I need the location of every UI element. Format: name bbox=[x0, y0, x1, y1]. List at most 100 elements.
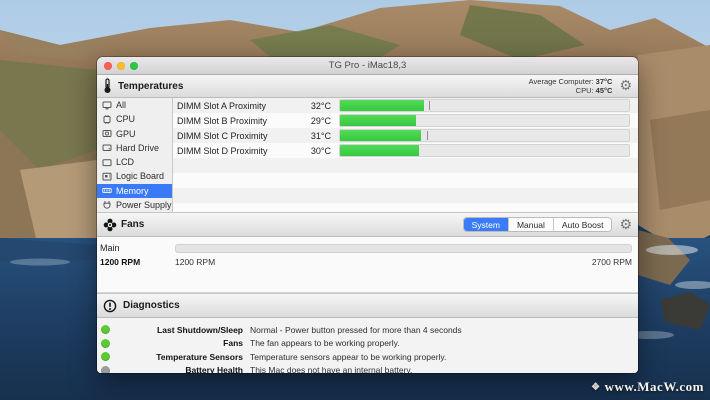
diagnostic-description: Normal - Power button pressed for more t… bbox=[250, 325, 462, 335]
status-green-dot bbox=[101, 325, 110, 334]
status-green-dot bbox=[101, 352, 110, 361]
fan-min-rpm: 1200 RPM bbox=[175, 257, 215, 267]
hard-drive-icon bbox=[102, 143, 112, 152]
sidebar-item-gpu[interactable]: GPU bbox=[97, 127, 172, 141]
temp-bar bbox=[339, 114, 630, 127]
sensor-name: DIMM Slot C Proximity bbox=[177, 131, 305, 141]
fans-title: Fans bbox=[121, 219, 144, 230]
diagnostic-row: Temperature Sensors Temperature sensors a… bbox=[97, 350, 638, 364]
temp-bar-fill bbox=[340, 115, 416, 126]
fan-mode-segmented-control: SystemManualAuto Boost bbox=[463, 217, 613, 232]
sensor-temp-value: 29°C bbox=[305, 116, 331, 126]
temp-bar-fill bbox=[340, 130, 421, 141]
thermometer-icon bbox=[103, 78, 112, 94]
tg-pro-window: TG Pro - iMac18,3 Temperatures Average C… bbox=[97, 57, 638, 373]
fan-mode-auto-boost[interactable]: Auto Boost bbox=[554, 218, 612, 231]
diagnostics-body: Last Shutdown/Sleep Normal - Power button… bbox=[97, 318, 638, 373]
temperatures-body: All CPU GPU Hard Drive LCD Logic Board Memory P… bbox=[97, 98, 638, 212]
sensor-temp-value: 30°C bbox=[305, 146, 331, 156]
diagnostic-label: Battery Health bbox=[110, 365, 243, 373]
fan-current-rpm: 1200 RPM bbox=[100, 257, 175, 267]
sensor-temp-value: 31°C bbox=[305, 131, 331, 141]
sensor-row: DIMM Slot D Proximity30°C bbox=[173, 143, 638, 158]
fan-speed-slider[interactable] bbox=[175, 244, 632, 253]
diagnostics-header: Diagnostics bbox=[97, 293, 638, 318]
sensor-row: DIMM Slot C Proximity31°C bbox=[173, 128, 638, 143]
fans-gear-icon[interactable]: ⚙︎ bbox=[619, 218, 632, 232]
cpu-temp-value: 45°C bbox=[596, 86, 613, 95]
temp-bar-fill bbox=[340, 100, 424, 111]
average-computer-value: 37°C bbox=[596, 77, 613, 86]
sidebar-item-lcd[interactable]: LCD bbox=[97, 155, 172, 169]
temperatures-title: Temperatures bbox=[118, 81, 183, 92]
sensor-category-sidebar: All CPU GPU Hard Drive LCD Logic Board Memory P… bbox=[97, 98, 173, 212]
temp-bar-fill bbox=[340, 145, 419, 156]
sidebar-item-label: Memory bbox=[116, 186, 149, 196]
memory-icon bbox=[102, 186, 112, 195]
fans-header: Fans SystemManualAuto Boost ⚙︎ bbox=[97, 212, 638, 237]
diagnostic-description: Temperature sensors appear to be working… bbox=[250, 352, 446, 362]
temp-bar bbox=[339, 144, 630, 157]
logic-board-icon bbox=[102, 172, 112, 181]
sidebar-item-all[interactable]: All bbox=[97, 98, 172, 112]
diagnostic-row: Last Shutdown/Sleep Normal - Power button… bbox=[97, 323, 638, 337]
sensor-name: DIMM Slot B Proximity bbox=[177, 116, 305, 126]
sensor-name: DIMM Slot A Proximity bbox=[177, 101, 305, 111]
fan-mode-system[interactable]: System bbox=[464, 218, 509, 231]
fan-icon bbox=[103, 218, 117, 232]
gpu-icon bbox=[102, 129, 112, 138]
window-title: TG Pro - iMac18,3 bbox=[329, 60, 407, 71]
sidebar-item-label: Logic Board bbox=[116, 171, 164, 181]
fan-name-label: Main bbox=[100, 243, 175, 253]
fan-mode-manual[interactable]: Manual bbox=[509, 218, 554, 231]
sensor-row: DIMM Slot A Proximity32°C bbox=[173, 98, 638, 113]
sidebar-item-memory[interactable]: Memory bbox=[97, 184, 172, 198]
temp-bar bbox=[339, 129, 630, 142]
diagnostic-label: Fans bbox=[110, 338, 243, 348]
diagnostic-label: Last Shutdown/Sleep bbox=[110, 325, 243, 335]
diagnostics-title: Diagnostics bbox=[123, 300, 180, 311]
fan-max-rpm: 2700 RPM bbox=[592, 257, 632, 267]
computer-icon bbox=[102, 101, 112, 110]
temperatures-gear-icon[interactable]: ⚙︎ bbox=[619, 79, 632, 93]
temp-bar bbox=[339, 99, 630, 112]
sidebar-item-label: Hard Drive bbox=[116, 143, 159, 153]
sidebar-item-label: GPU bbox=[116, 129, 136, 139]
sidebar-item-logic-board[interactable]: Logic Board bbox=[97, 169, 172, 183]
average-temps: Average Computer: 37°C CPU: 45°C bbox=[529, 77, 613, 95]
diagnostic-description: This Mac does not have an internal batte… bbox=[250, 365, 412, 373]
sidebar-item-label: Power Supply bbox=[116, 200, 172, 210]
sidebar-item-label: CPU bbox=[116, 114, 135, 124]
watermark-text: www.MacW.com bbox=[605, 379, 704, 395]
sidebar-item-cpu[interactable]: CPU bbox=[97, 112, 172, 126]
watermark: ❖ www.MacW.com bbox=[591, 379, 704, 395]
sensor-name: DIMM Slot D Proximity bbox=[177, 146, 305, 156]
temp-peak-tick bbox=[427, 131, 428, 140]
sidebar-item-power-supply[interactable]: Power Supply bbox=[97, 198, 172, 212]
zoom-button[interactable] bbox=[130, 62, 138, 70]
watermark-logo-icon: ❖ bbox=[591, 382, 600, 393]
sensor-list: DIMM Slot A Proximity32°CDIMM Slot B Pro… bbox=[173, 98, 638, 212]
minimize-button[interactable] bbox=[117, 62, 125, 70]
temperatures-header: Temperatures Average Computer: 37°C CPU:… bbox=[97, 75, 638, 98]
fans-body: Main 1200 RPM 1200 RPM 2700 RPM bbox=[97, 237, 638, 293]
temp-peak-tick bbox=[429, 101, 430, 110]
status-green-dot bbox=[101, 339, 110, 348]
diagnostics-alert-icon bbox=[103, 299, 117, 313]
title-bar[interactable]: TG Pro - iMac18,3 bbox=[97, 57, 638, 75]
diagnostic-label: Temperature Sensors bbox=[110, 352, 243, 362]
status-gray-dot bbox=[101, 366, 110, 373]
sidebar-item-hard-drive[interactable]: Hard Drive bbox=[97, 141, 172, 155]
sensor-temp-value: 32°C bbox=[305, 101, 331, 111]
desktop: TG Pro - iMac18,3 Temperatures Average C… bbox=[0, 0, 710, 400]
diagnostic-description: The fan appears to be working properly. bbox=[250, 338, 400, 348]
diagnostic-row: Fans The fan appears to be working proper… bbox=[97, 337, 638, 351]
close-button[interactable] bbox=[104, 62, 112, 70]
power-supply-icon bbox=[102, 200, 112, 209]
sidebar-item-label: LCD bbox=[116, 157, 134, 167]
cpu-icon bbox=[102, 115, 112, 124]
sidebar-item-label: All bbox=[116, 100, 126, 110]
sensor-row: DIMM Slot B Proximity29°C bbox=[173, 113, 638, 128]
diagnostic-row: Battery Health This Mac does not have an … bbox=[97, 364, 638, 374]
lcd-icon bbox=[102, 158, 112, 167]
